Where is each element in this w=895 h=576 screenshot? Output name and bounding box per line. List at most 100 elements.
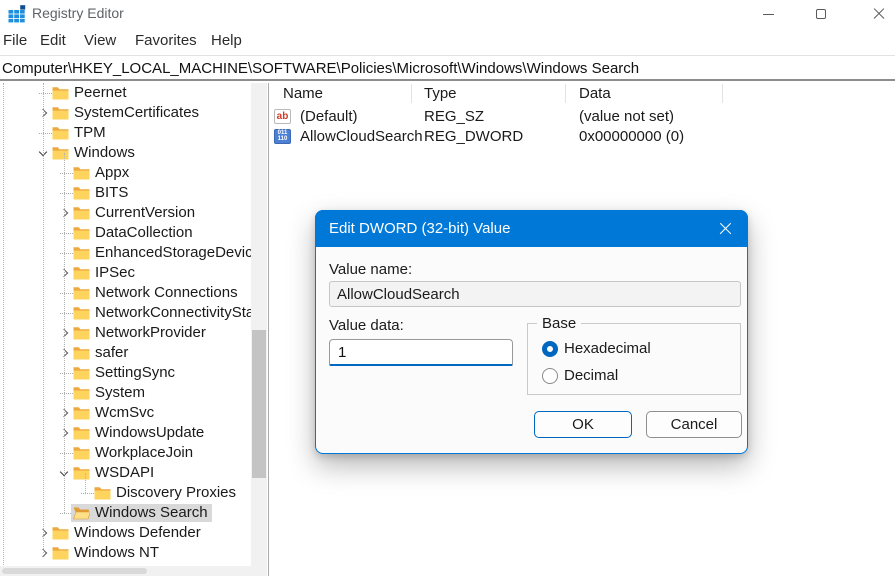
radio-label: Hexadecimal xyxy=(564,340,651,357)
tree-item-systemcertificates[interactable]: SystemCertificates xyxy=(0,103,251,123)
tree-item-label: Appx xyxy=(95,164,129,182)
address-bar[interactable]: Computer\HKEY_LOCAL_MACHINE\SOFTWARE\Pol… xyxy=(0,57,895,81)
menu-file[interactable]: File xyxy=(3,32,27,49)
radio-selected-icon[interactable] xyxy=(542,341,558,357)
registry-editor-window: Registry Editor File Edit View Favorites Hel… xyxy=(0,0,895,576)
folder-icon xyxy=(73,266,90,280)
dialog-close-button[interactable] xyxy=(702,210,748,247)
column-header-name[interactable]: Name xyxy=(283,85,323,102)
cancel-button[interactable]: Cancel xyxy=(646,411,742,438)
value-type-cell: REG_DWORD xyxy=(424,127,523,145)
reg-sz-icon: ab xyxy=(274,109,291,124)
column-separator[interactable] xyxy=(565,84,566,103)
tree-item-label: SystemCertificates xyxy=(74,104,199,122)
address-path[interactable]: Computer\HKEY_LOCAL_MACHINE\SOFTWARE\Pol… xyxy=(2,60,639,77)
value-row--default-[interactable]: ab(Default)REG_SZ(value not set) xyxy=(270,106,895,126)
folder-icon xyxy=(73,326,90,340)
tree-item-enhancedstoragedevices[interactable]: EnhancedStorageDevices xyxy=(0,243,251,263)
folder-icon xyxy=(73,386,90,400)
menu-bar: File Edit View Favorites Help xyxy=(0,28,895,56)
tree-item-bits[interactable]: BITS xyxy=(0,183,251,203)
tree-item-tpm[interactable]: TPM xyxy=(0,123,251,143)
tree-item-networkprovider[interactable]: NetworkProvider xyxy=(0,323,251,343)
folder-icon xyxy=(52,86,69,100)
tree-item-label: EnhancedStorageDevices xyxy=(95,244,251,262)
tree-item-safer[interactable]: safer xyxy=(0,343,251,363)
tree-horizontal-scrollbar[interactable] xyxy=(0,566,267,576)
tree-item-label: Peernet xyxy=(74,84,127,102)
tree-item-wcmsvc[interactable]: WcmSvc xyxy=(0,403,251,423)
column-header-data[interactable]: Data xyxy=(579,85,611,102)
value-name-field: AllowCloudSearch xyxy=(329,281,741,307)
close-icon xyxy=(719,222,732,235)
window-title: Registry Editor xyxy=(32,5,124,21)
radio-hexadecimal[interactable]: Hexadecimal xyxy=(542,340,651,357)
tree-item-workplacejoin[interactable]: WorkplaceJoin xyxy=(0,443,251,463)
folder-icon xyxy=(73,406,90,420)
value-name: AllowCloudSearch xyxy=(300,128,423,145)
tree-item-label: WindowsUpdate xyxy=(95,424,204,442)
folder-icon xyxy=(73,306,90,320)
tree-item-label: System xyxy=(95,384,145,402)
tree-guide-line xyxy=(3,83,4,566)
tree-item-label: CurrentVersion xyxy=(95,204,195,222)
minimize-icon xyxy=(763,14,774,15)
tree-item-label: Windows xyxy=(74,144,135,162)
tree-item-settingsync[interactable]: SettingSync xyxy=(0,363,251,383)
menu-view[interactable]: View xyxy=(84,32,116,49)
tree-item-currentversion[interactable]: CurrentVersion xyxy=(0,203,251,223)
tree-item-windows-defender[interactable]: Windows Defender xyxy=(0,523,251,543)
value-data-cell: (value not set) xyxy=(579,107,674,125)
menu-edit[interactable]: Edit xyxy=(40,32,66,49)
reg-dword-icon: 011110 xyxy=(274,129,291,144)
menu-help[interactable]: Help xyxy=(211,32,242,49)
menu-favorites[interactable]: Favorites xyxy=(135,32,197,49)
folder-icon xyxy=(73,446,90,460)
scrollbar-thumb[interactable] xyxy=(252,330,266,478)
tree-item-ipsec[interactable]: IPSec xyxy=(0,263,251,283)
open-folder-icon xyxy=(73,506,90,520)
column-separator[interactable] xyxy=(722,84,723,103)
close-button[interactable] xyxy=(856,0,895,28)
folder-icon xyxy=(73,166,90,180)
tree-item-label: Windows Search xyxy=(95,504,208,522)
tree-item-appx[interactable]: Appx xyxy=(0,163,251,183)
folder-icon xyxy=(73,286,90,300)
tree-item-label: IPSec xyxy=(95,264,135,282)
tree-item-system[interactable]: System xyxy=(0,383,251,403)
pane-splitter[interactable] xyxy=(268,83,269,576)
value-row-allowcloudsearch[interactable]: 011110AllowCloudSearchREG_DWORD0x0000000… xyxy=(270,126,895,146)
column-header-type[interactable]: Type xyxy=(424,85,457,102)
base-groupbox: Base HexadecimalDecimal xyxy=(527,323,741,395)
tree-item-peernet[interactable]: Peernet xyxy=(0,83,251,103)
column-separator[interactable] xyxy=(411,84,412,103)
tree-item-wsdapi[interactable]: WSDAPI xyxy=(0,463,251,483)
radio-label: Decimal xyxy=(564,367,618,384)
tree-item-label: Windows NT xyxy=(74,544,159,562)
tree-item-network-connections[interactable]: Network Connections xyxy=(0,283,251,303)
minimize-button[interactable] xyxy=(745,0,791,28)
value-data-input[interactable]: 1 xyxy=(329,339,513,366)
maximize-button[interactable] xyxy=(798,0,844,28)
tree-item-windowsupdate[interactable]: WindowsUpdate xyxy=(0,423,251,443)
folder-icon xyxy=(73,426,90,440)
ok-button[interactable]: OK xyxy=(534,411,632,438)
folder-icon xyxy=(94,486,111,500)
tree-item-discovery-proxies[interactable]: Discovery Proxies xyxy=(0,483,251,503)
tree-item-networkconnectivitystatusindicator[interactable]: NetworkConnectivityStatusIndicator xyxy=(0,303,251,323)
tree-guide-line xyxy=(85,473,86,493)
tree-item-datacollection[interactable]: DataCollection xyxy=(0,223,251,243)
scrollbar-thumb[interactable] xyxy=(2,568,147,574)
folder-icon xyxy=(52,546,69,560)
tree-item-windows-nt[interactable]: Windows NT xyxy=(0,543,251,563)
radio-decimal[interactable]: Decimal xyxy=(542,367,618,384)
edit-dword-dialog: Edit DWORD (32-bit) Value Value name: Al… xyxy=(315,210,748,454)
folder-icon xyxy=(52,146,69,160)
tree-vertical-scrollbar[interactable] xyxy=(251,83,267,566)
tree-item-windows[interactable]: Windows xyxy=(0,143,251,163)
radio-unselected-icon[interactable] xyxy=(542,368,558,384)
tree-item-windows-search[interactable]: Windows Search xyxy=(0,503,251,523)
value-name-cell: 011110 AllowCloudSearch xyxy=(274,127,423,145)
tree-item-label: safer xyxy=(95,344,128,362)
tree-item-label: BITS xyxy=(95,184,128,202)
